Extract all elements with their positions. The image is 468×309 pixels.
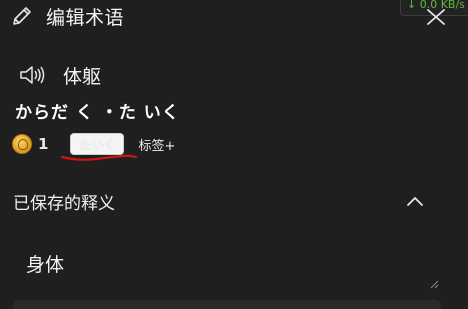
meaning-text: 身体 [26, 254, 65, 276]
coin-count: 1 [38, 135, 49, 153]
close-button[interactable] [424, 6, 448, 26]
add-tag-button[interactable]: 标签+ [138, 135, 175, 154]
resize-grip-icon[interactable] [429, 274, 439, 289]
red-annotation-underline [60, 154, 138, 161]
editor-header: 编辑术语 [10, 2, 124, 30]
collapse-button[interactable] [404, 192, 426, 210]
speaker-icon[interactable] [18, 63, 46, 87]
close-icon [424, 6, 448, 26]
meaning-textarea[interactable]: 身体 [13, 236, 441, 289]
term-word-row: 体躯 [18, 62, 101, 88]
next-meaning-card [13, 300, 441, 309]
chevron-up-icon [404, 195, 426, 214]
term-reading: からだ く ・た いく [15, 103, 180, 123]
saved-meanings-title: 已保存的释义 [13, 194, 115, 214]
coin-icon [12, 134, 32, 154]
term-word: 体躯 [63, 65, 102, 88]
pencil-icon [10, 4, 34, 28]
page-title: 编辑术语 [46, 6, 125, 29]
